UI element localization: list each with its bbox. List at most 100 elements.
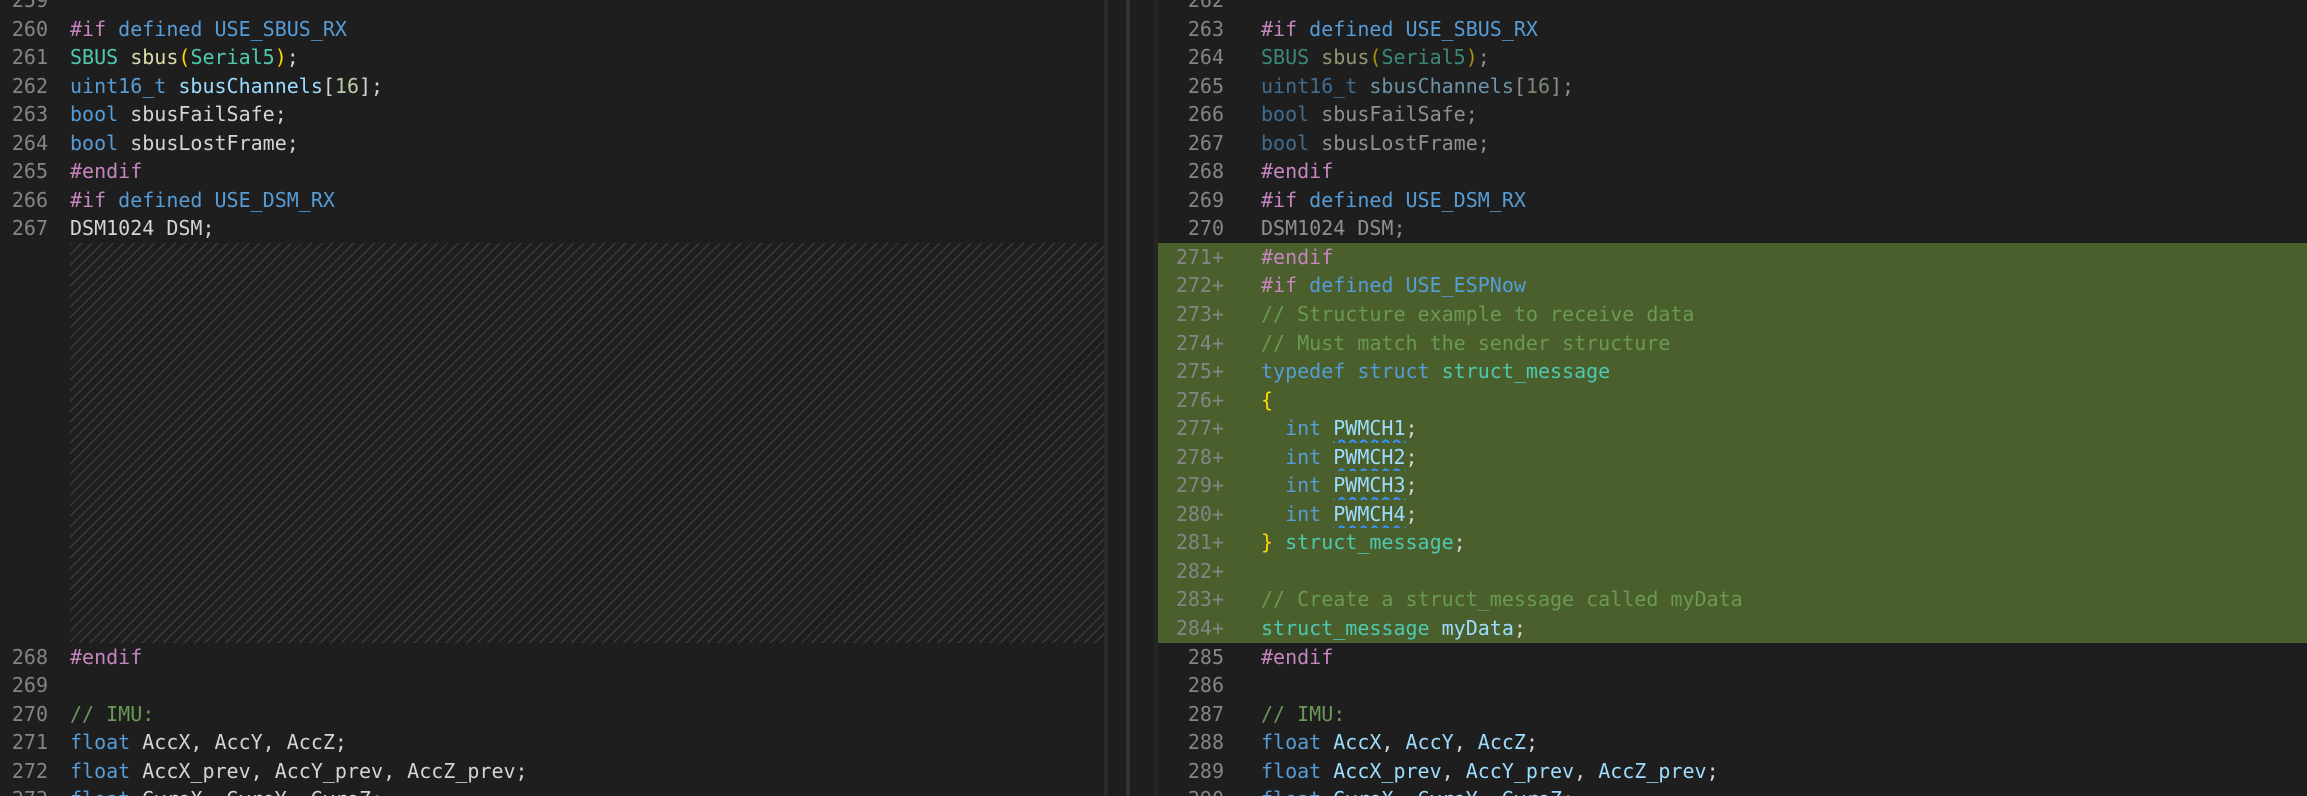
code-token: 16 (334, 73, 360, 98)
code-token: , (1453, 730, 1478, 755)
code-line[interactable]: 267 DSM1024 DSM; (0, 214, 1104, 243)
code-token: ; (1562, 787, 1574, 796)
code-token: DSM1024 DSM; (70, 216, 215, 241)
added-code-line[interactable]: 278+ int PWMCH2; (1158, 442, 2307, 472)
code-line[interactable]: 260 #if defined USE_SBUS_RX (0, 15, 1104, 44)
line-number: 264 (11, 130, 48, 155)
code-line[interactable]: 270 DSM1024 DSM; (1158, 214, 2307, 243)
code-line[interactable]: 268 #endif (1158, 157, 2307, 186)
line-code: bool sbusFailSafe; (70, 100, 287, 129)
code-line[interactable]: 273 float GyroX, GyroY, GyroZ; (0, 785, 1104, 796)
code-line[interactable]: 263 bool sbusFailSafe; (0, 100, 1104, 129)
code-line[interactable]: 265 #endif (0, 157, 1104, 186)
code-token: , (1574, 758, 1599, 783)
code-token: struct (1357, 359, 1442, 384)
line-number: 275+ (1175, 359, 1224, 384)
code-line[interactable]: 265 uint16_t sbusChannels[16]; (1158, 72, 2307, 101)
added-code-line[interactable]: 274+ // Must match the sender structure (1158, 328, 2307, 358)
code-token: [ (322, 73, 335, 98)
line-code: bool sbusLostFrame; (1261, 129, 1490, 158)
code-token: DSM1024 DSM; (1261, 216, 1406, 241)
code-line[interactable]: 287 // IMU: (1158, 700, 2307, 729)
added-code-line[interactable]: 283+ // Create a struct_message called my… (1158, 585, 2307, 615)
line-code: SBUS sbus(Serial5); (70, 43, 299, 72)
code-line[interactable]: 270 // IMU: (0, 700, 1104, 729)
code-token: AccZ_prev (1598, 758, 1707, 783)
code-token: GyroY (1418, 787, 1478, 796)
added-code-line[interactable]: 282+ (1158, 556, 2307, 586)
line-number: 268 (1187, 159, 1224, 184)
splitter-grip[interactable] (1126, 0, 1130, 796)
line-code: #endif (1261, 157, 1333, 186)
line-code: DSM1024 DSM; (1261, 214, 1406, 243)
modified-editor-pane[interactable]: 262 263 #if defined USE_SBUS_RX 264 SBUS sbu… (1158, 0, 2307, 796)
original-editor-pane[interactable]: 259 260 #if defined USE_SBUS_RX 261 SBUS sbu… (0, 0, 1104, 796)
code-line[interactable]: 288 float AccX, AccY, AccZ; (1158, 728, 2307, 757)
line-code: // IMU: (1261, 700, 1345, 729)
code-token: , (1393, 787, 1417, 796)
diff-editor: 259 260 #if defined USE_SBUS_RX 261 SBUS sbu… (0, 0, 2307, 796)
line-code: float GyroX, GyroY, GyroZ; (70, 785, 383, 796)
added-code-line[interactable]: 275+ typedef struct struct_message (1158, 357, 2307, 386)
code-token: float (1261, 787, 1333, 796)
line-number: 288 (1187, 730, 1224, 755)
code-token: int (1285, 444, 1334, 469)
code-token: int (1285, 473, 1334, 498)
code-token: // Create a struct_message called myData (1261, 587, 1743, 612)
line-number: 263 (1187, 16, 1224, 41)
code-line[interactable]: 286 (1158, 671, 2307, 700)
line-number: 270 (1187, 216, 1224, 241)
code-token: ; (1525, 730, 1538, 755)
code-line[interactable]: 264 SBUS sbus(Serial5); (1158, 43, 2307, 72)
added-code-line[interactable]: 281+} struct_message; (1158, 528, 2307, 557)
code-token: PWMCH3 (1333, 473, 1406, 498)
line-number: 285 (1187, 644, 1224, 669)
code-token: bool (1261, 102, 1322, 127)
code-line[interactable]: 266 #if defined USE_DSM_RX (0, 186, 1104, 215)
added-code-line[interactable]: 279+ int PWMCH3; (1158, 471, 2307, 500)
added-code-line[interactable]: 277+ int PWMCH1; (1158, 414, 2307, 443)
code-line[interactable]: 262 (1158, 0, 2307, 15)
line-code: float AccX, AccY, AccZ; (1261, 728, 1538, 757)
code-line[interactable]: 290 float GyroX, GyroY, GyroZ; (1158, 785, 2307, 796)
line-code: uint16_t sbusChannels[16]; (70, 72, 383, 101)
line-code: #if defined USE_SBUS_RX (70, 15, 347, 44)
code-token: GyroX, GyroY, GyroZ; (142, 787, 383, 796)
line-number: 264 (1187, 45, 1224, 70)
code-line[interactable]: 272 float AccX_prev, AccY_prev, AccZ_prev… (0, 757, 1104, 786)
code-line[interactable]: 267 bool sbusLostFrame; (1158, 129, 2307, 158)
line-number: 280+ (1175, 501, 1224, 526)
added-code-line[interactable]: 280+ int PWMCH4; (1158, 499, 2307, 529)
code-token: #endif (70, 644, 143, 669)
added-code-line[interactable]: 273+ // Structure example to receive data (1158, 300, 2307, 329)
code-line[interactable]: 269 #if defined USE_DSM_RX (1158, 186, 2307, 215)
code-line[interactable]: 266 bool sbusFailSafe; (1158, 100, 2307, 129)
code-line[interactable]: 261 SBUS sbus(Serial5); (0, 43, 1104, 72)
code-line[interactable]: 271 float AccX, AccY, AccZ; (0, 728, 1104, 757)
code-token: AccZ (1477, 730, 1526, 755)
diff-filler-region (70, 242, 1104, 643)
code-token: [ (1513, 73, 1526, 98)
code-line[interactable]: 269 (0, 671, 1104, 700)
line-number: 271+ (1175, 244, 1224, 269)
code-line[interactable]: 262 uint16_t sbusChannels[16]; (0, 72, 1104, 101)
code-token: #endif (70, 159, 143, 184)
code-line[interactable]: 259 (0, 0, 1104, 15)
added-code-line[interactable]: 284+ struct_message myData; (1158, 614, 2307, 643)
code-token: AccX, AccY, AccZ; (142, 730, 347, 755)
pane-splitter[interactable] (1104, 0, 1158, 796)
added-code-line[interactable]: 272+ #if defined USE_ESPNow (1158, 271, 2307, 301)
code-line[interactable]: 263 #if defined USE_SBUS_RX (1158, 15, 2307, 44)
line-code: #endif (70, 643, 142, 672)
code-line[interactable]: 264 bool sbusLostFrame; (0, 129, 1104, 158)
line-code: } struct_message; (1261, 528, 1466, 557)
code-line[interactable]: 285 #endif (1158, 643, 2307, 672)
added-code-line[interactable]: 276+ { (1158, 385, 2307, 415)
line-number: 289 (1187, 758, 1224, 783)
code-token: ; (1405, 473, 1418, 498)
code-line[interactable]: 289 float AccX_prev, AccY_prev, AccZ_prev… (1158, 757, 2307, 786)
added-code-line[interactable]: 271+ #endif (1158, 242, 2307, 272)
line-number: 262 (11, 73, 48, 98)
code-line[interactable]: 268 #endif (0, 643, 1104, 672)
